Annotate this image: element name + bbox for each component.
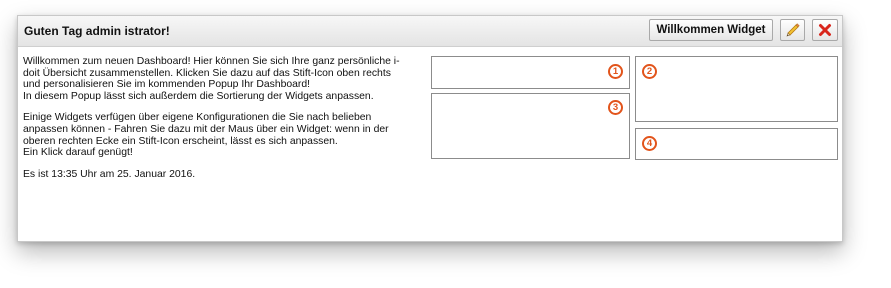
text-line: anpassen können - Fahren Sie dazu mit de… <box>23 123 389 135</box>
slot-number-badge: 3 <box>608 100 623 115</box>
text-line: doit Übersicht zusammenstellen. Klicken … <box>23 67 391 79</box>
widget-slot-1: 1 <box>431 56 630 89</box>
welcome-widget: Guten Tag admin istrator! Willkommen Wid… <box>17 15 843 242</box>
text-line: Ein Klick darauf genügt! <box>23 147 133 159</box>
edit-button[interactable] <box>780 19 805 41</box>
current-time-text: Es ist 13:35 Uhr am 25. Januar 2016. <box>23 168 196 180</box>
text-line: Einige Widgets verfügen über eigene Konf… <box>23 112 372 124</box>
text-line: Willkommen zum neuen Dashboard! Hier kön… <box>23 56 400 67</box>
close-button[interactable] <box>812 19 838 41</box>
widget-header: Guten Tag admin istrator! Willkommen Wid… <box>18 16 842 47</box>
welcome-text: Willkommen zum neuen Dashboard! Hier kön… <box>23 56 423 180</box>
text-line: und personalisieren Sie im kommenden Pop… <box>23 79 311 91</box>
close-x-icon <box>819 24 831 36</box>
widget-slot-2: 2 <box>635 56 838 122</box>
widget-slot-3: 3 <box>431 93 630 159</box>
pencil-icon <box>786 23 800 37</box>
willkommen-widget-label: Willkommen Widget <box>656 24 766 36</box>
slot-number-badge: 4 <box>642 136 657 151</box>
slot-number-badge: 2 <box>642 64 657 79</box>
slot-number-badge: 1 <box>608 64 623 79</box>
text-line: oberen rechten Ecke ein Stift-Icon ersch… <box>23 135 338 147</box>
willkommen-widget-button[interactable]: Willkommen Widget <box>649 19 773 41</box>
text-line: In diesem Popup lässt sich außerdem die … <box>23 90 374 102</box>
widget-title: Guten Tag admin istrator! <box>24 24 170 38</box>
widget-slot-4: 4 <box>635 128 838 160</box>
